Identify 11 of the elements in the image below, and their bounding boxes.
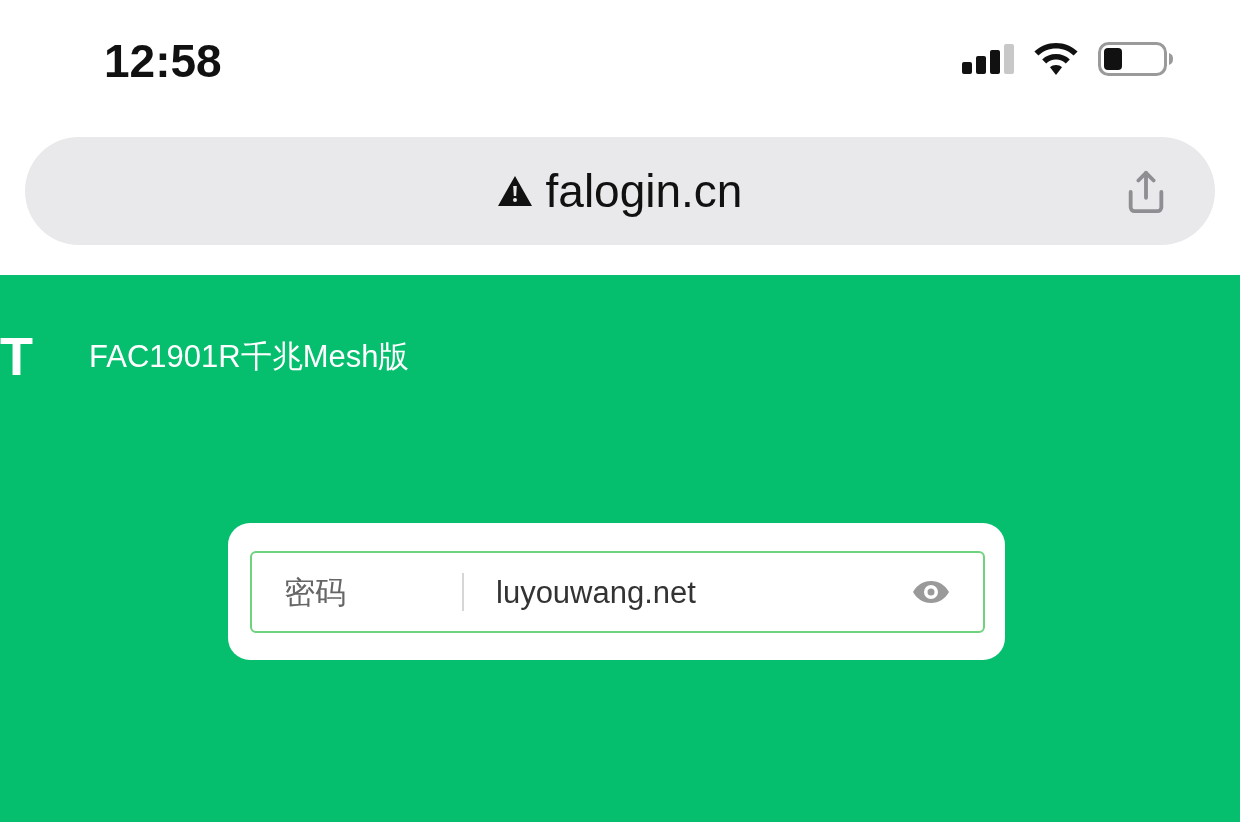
status-time: 12:58 <box>104 38 222 84</box>
field-label: 密码 <box>284 576 347 608</box>
battery-icon <box>1098 42 1174 76</box>
eye-icon[interactable] <box>913 581 949 603</box>
model-title: FAC1901R千兆Mesh版 <box>89 340 410 372</box>
password-field[interactable]: 密码 luyouwang.net <box>250 551 985 633</box>
logo-text: T <box>0 329 33 383</box>
field-value: luyouwang.net <box>496 576 697 608</box>
signal-icon <box>962 44 1014 74</box>
address-bar[interactable]: falogin.cn <box>25 137 1215 245</box>
wifi-icon <box>1034 43 1078 75</box>
